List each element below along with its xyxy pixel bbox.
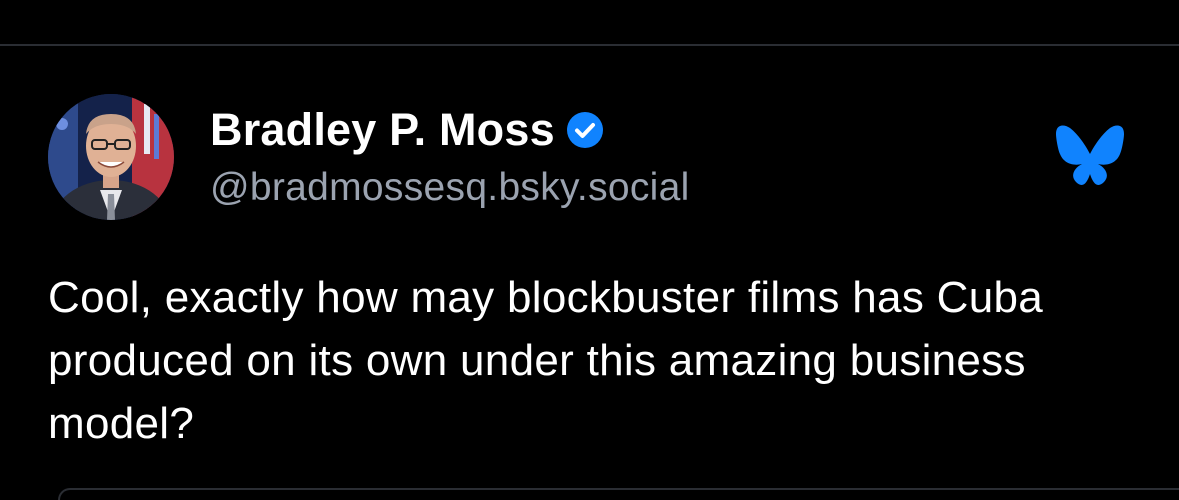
author-handle[interactable]: @bradmossesq.bsky.social [210, 166, 690, 210]
verified-check-icon [566, 112, 603, 148]
embedded-card-edge [58, 488, 1179, 500]
post-body-text: Cool, exactly how may blockbuster films … [48, 273, 1044, 448]
bluesky-butterfly-icon [1054, 124, 1126, 188]
avatar[interactable] [48, 94, 174, 220]
author-name-row[interactable]: Bradley P. Moss [210, 102, 603, 158]
post-card[interactable]: Bradley P. Moss @bradmossesq.bsky.social… [0, 46, 1179, 495]
author-display-name[interactable]: Bradley P. Moss [210, 104, 555, 156]
avatar-image [48, 94, 174, 220]
